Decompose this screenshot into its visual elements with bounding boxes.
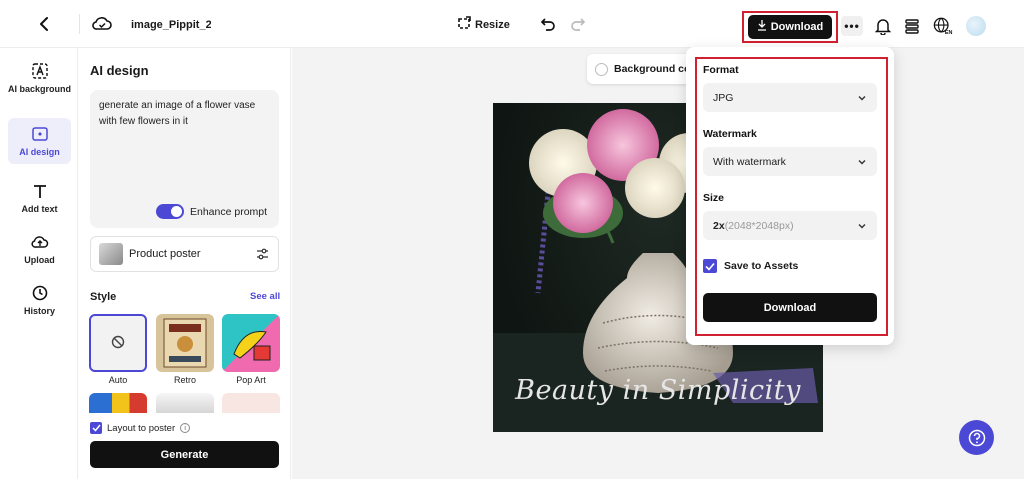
download-button[interactable]: Download (748, 15, 832, 39)
layers-icon[interactable] (902, 16, 922, 36)
product-poster-label: Product poster (129, 248, 201, 260)
back-arrow-icon[interactable] (34, 14, 54, 34)
watermark-label: Watermark (703, 128, 757, 140)
text-icon (30, 181, 50, 201)
resize-label: Resize (475, 18, 510, 31)
style-name: Retro (173, 375, 196, 385)
product-poster-thumbnail (99, 243, 123, 265)
checkbox-checked[interactable] (703, 259, 717, 273)
history-clock-icon (30, 283, 50, 303)
color-swatch-icon (595, 62, 608, 76)
nav-item-history[interactable]: History (8, 283, 71, 317)
style-tile[interactable] (222, 393, 280, 413)
more-icon[interactable]: ••• (841, 16, 863, 36)
avatar[interactable] (966, 16, 986, 36)
ban-icon (111, 335, 125, 352)
resize-button[interactable]: Resize (457, 16, 510, 33)
background-color-button[interactable]: Background co (587, 54, 697, 84)
svg-text:EN: EN (945, 30, 953, 36)
nav-item-ai-design[interactable]: AI design (8, 118, 71, 164)
help-question-icon[interactable] (959, 420, 994, 455)
nav-item-add-text[interactable]: Add text (8, 181, 71, 215)
bell-icon[interactable] (873, 16, 893, 36)
style-auto-tile[interactable] (89, 314, 147, 372)
product-poster-selector[interactable]: Product poster (90, 236, 279, 272)
nav-item-ai-background[interactable]: AI background (8, 61, 71, 95)
style-name: Auto (108, 375, 128, 385)
watermark-value: With watermark (713, 155, 786, 168)
style-retro-tile[interactable] (156, 314, 214, 372)
format-label: Format (703, 64, 739, 76)
ai-background-icon (30, 61, 50, 81)
size-select[interactable]: 2x (2048*2048px) (703, 211, 877, 240)
format-value: JPG (713, 91, 734, 104)
size-dimensions: (2048*2048px) (724, 219, 794, 232)
panel-title: AI design (90, 63, 149, 78)
style-name: Pop Art (236, 375, 266, 385)
nav-label: AI design (19, 147, 60, 157)
save-to-assets-label: Save to Assets (724, 260, 799, 272)
nav-label: Add text (21, 204, 58, 214)
chevron-down-icon (857, 221, 867, 231)
redo-icon[interactable] (570, 16, 588, 34)
enhance-label: Enhance prompt (190, 205, 268, 218)
format-select[interactable]: JPG (703, 83, 877, 112)
layout-to-poster-checkbox[interactable]: Layout to poster i (90, 422, 191, 434)
checkbox-checked[interactable] (90, 422, 102, 434)
nav-label: Upload (24, 255, 55, 265)
style-tile[interactable] (89, 393, 147, 413)
size-value: 2x (713, 219, 725, 232)
resize-icon (457, 16, 471, 33)
toggle-switch[interactable] (156, 204, 184, 219)
watermark-select[interactable]: With watermark (703, 147, 877, 176)
download-label: Download (770, 21, 824, 33)
language-icon[interactable]: EN (933, 16, 953, 36)
top-bar: image_Pippit_2C Resize Download ••• EN (0, 0, 1024, 48)
chevron-down-icon (857, 157, 867, 167)
divider (79, 14, 80, 34)
image-caption: Beauty in Simplicity (515, 375, 801, 406)
ai-design-panel: AI design generate an image of a flower … (79, 48, 291, 479)
save-to-assets-checkbox[interactable]: Save to Assets (703, 259, 798, 273)
background-color-label: Background co (614, 63, 691, 75)
undo-icon[interactable] (540, 16, 558, 34)
chevron-down-icon (857, 93, 867, 103)
nav-item-upload[interactable]: Upload (8, 232, 71, 266)
style-heading: Style (90, 291, 117, 303)
layout-label: Layout to poster (107, 422, 176, 434)
upload-cloud-icon (30, 232, 50, 252)
file-name[interactable]: image_Pippit_2C (131, 19, 211, 31)
generate-button[interactable]: Generate (90, 441, 279, 468)
nav-label: History (23, 306, 55, 316)
info-icon[interactable]: i (180, 423, 191, 433)
nav-label: AI background (8, 84, 72, 94)
style-popart-tile[interactable] (222, 314, 280, 372)
canvas-area: Background co Beauty in Simplicity (292, 48, 1024, 479)
see-all-link[interactable]: See all (250, 291, 280, 302)
cloud-sync-icon[interactable] (92, 15, 112, 33)
confirm-download-button[interactable]: Download (703, 293, 877, 322)
prompt-input[interactable]: generate an image of a flower vase with … (90, 90, 279, 228)
prompt-text[interactable]: generate an image of a flower vase with … (99, 98, 274, 130)
left-nav: AI background AI design Add text Upload … (0, 48, 78, 479)
size-label: Size (703, 192, 725, 204)
enhance-prompt-toggle[interactable]: Enhance prompt (156, 204, 267, 219)
ai-design-icon (30, 124, 50, 144)
download-icon (757, 20, 767, 34)
sliders-icon[interactable] (254, 246, 270, 262)
style-tile[interactable] (156, 393, 214, 413)
